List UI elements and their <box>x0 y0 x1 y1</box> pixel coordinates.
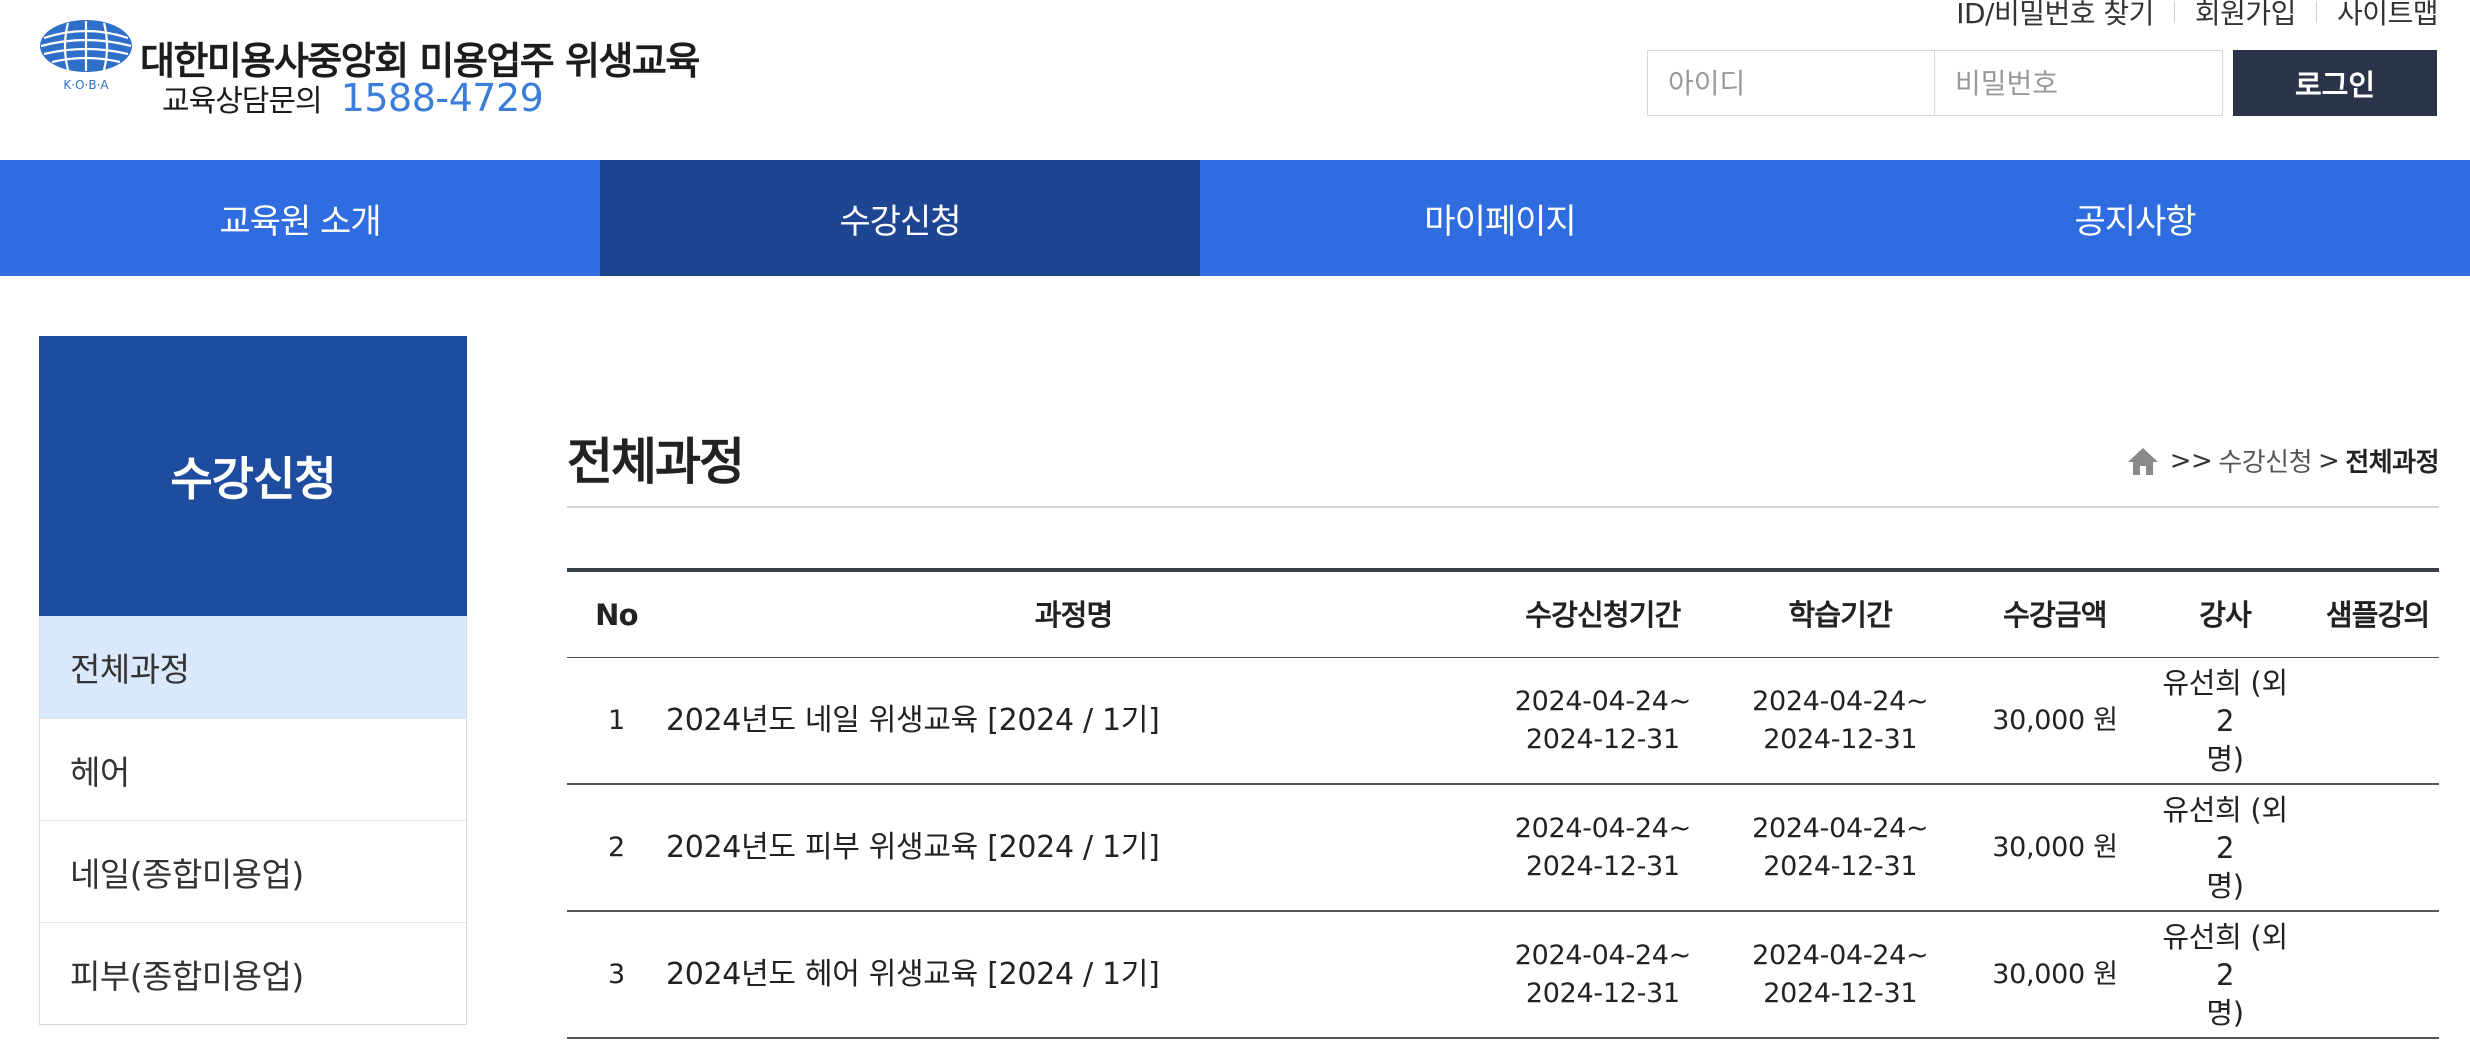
apply-period-start: 2024-04-24~ <box>1514 812 1692 844</box>
breadcrumb-separator: >> <box>2169 445 2213 476</box>
study-period-end: 2024-12-31 <box>1763 850 1918 882</box>
row-number: 2 <box>608 831 625 863</box>
divider <box>2173 1 2175 23</box>
sidebar-item-nail[interactable]: 네일(종합미용업) <box>40 820 466 922</box>
sidebar-item-hair[interactable]: 헤어 <box>40 718 466 820</box>
course-table: No 과정명 수강신청기간 학습기간 수강금액 강사 샘플강의 1 2024년도… <box>567 568 2439 1039</box>
sidebar-title: 수강신청 <box>39 336 467 616</box>
teacher-line: 명) <box>2206 741 2244 776</box>
teacher-line: 명) <box>2206 995 2244 1030</box>
course-name[interactable]: 2024년도 헤어 위생교육 [2024 / 1기] <box>666 956 1160 994</box>
course-price: 30,000 원 <box>1992 831 2118 863</box>
find-id-password-link[interactable]: ID/비밀번호 찾기 <box>1956 0 2154 32</box>
nav-item-mypage[interactable]: 마이페이지 <box>1200 160 1800 276</box>
column-header-study-period: 학습기간 <box>1788 597 1893 632</box>
study-period-start: 2024-04-24~ <box>1752 812 1929 844</box>
breadcrumb-separator: > <box>2318 445 2340 476</box>
site-header: K·O·B·A 대한미용사중앙회 미용업주 위생교육 교육상담문의 1588-4… <box>0 0 2470 160</box>
id-input[interactable] <box>1647 50 1935 116</box>
apply-period: 2024-04-24~ 2024-12-31 <box>1481 683 1724 759</box>
password-input[interactable] <box>1935 50 2223 116</box>
study-period-start: 2024-04-24~ <box>1752 685 1929 717</box>
column-header-sample-lecture: 샘플강의 <box>2325 597 2430 632</box>
nav-item-enroll[interactable]: 수강신청 <box>600 160 1200 276</box>
column-header-no: No <box>595 597 638 632</box>
teacher-line: 유선희 (외 2 <box>2162 665 2288 738</box>
course-teacher: 유선희 (외 2 명) <box>2154 918 2296 1032</box>
svg-text:K·O·B·A: K·O·B·A <box>63 78 109 92</box>
study-period-start: 2024-04-24~ <box>1752 939 1929 971</box>
row-number: 3 <box>608 958 625 990</box>
breadcrumb-current: 전체과정 <box>2345 448 2439 478</box>
table-header-row: No 과정명 수강신청기간 학습기간 수강금액 강사 샘플강의 <box>567 572 2439 658</box>
divider <box>2315 1 2317 23</box>
table-row: 1 2024년도 네일 위생교육 [2024 / 1기] 2024-04-24~… <box>567 658 2439 785</box>
sidebar-item-all-courses[interactable]: 전체과정 <box>40 616 466 718</box>
table-row: 3 2024년도 헤어 위생교육 [2024 / 1기] 2024-04-24~… <box>567 912 2439 1039</box>
signup-link[interactable]: 회원가입 <box>2195 0 2297 32</box>
sidebar-item-skin[interactable]: 피부(종합미용업) <box>40 922 466 1024</box>
study-period: 2024-04-24~ 2024-12-31 <box>1725 810 1957 886</box>
nav-item-notice[interactable]: 공지사항 <box>1800 160 2470 276</box>
main-nav: 교육원 소개 수강신청 마이페이지 공지사항 <box>0 160 2470 276</box>
study-period: 2024-04-24~ 2024-12-31 <box>1725 937 1957 1013</box>
row-number: 1 <box>608 704 625 736</box>
apply-period-start: 2024-04-24~ <box>1514 939 1692 971</box>
study-period-end: 2024-12-31 <box>1763 977 1918 1009</box>
column-header-apply-period: 수강신청기간 <box>1525 597 1681 632</box>
apply-period: 2024-04-24~ 2024-12-31 <box>1481 810 1724 886</box>
breadcrumb: >> 수강신청 > 전체과정 <box>2126 442 2439 479</box>
apply-period-end: 2024-12-31 <box>1525 723 1680 755</box>
table-row: 2 2024년도 피부 위생교육 [2024 / 1기] 2024-04-24~… <box>567 785 2439 912</box>
course-name-link: 2024년도 헤어 위생교육 [2024 / 1기] <box>666 956 1481 994</box>
study-period: 2024-04-24~ 2024-12-31 <box>1725 683 1957 759</box>
site-logo[interactable]: K·O·B·A 대한미용사중앙회 미용업주 위생교육 교육상담문의 1588-4… <box>38 18 700 128</box>
page-title: 전체과정 <box>567 433 745 491</box>
apply-period-end: 2024-12-31 <box>1525 850 1680 882</box>
teacher-line: 유선희 (외 2 <box>2162 792 2288 865</box>
course-teacher: 유선희 (외 2 명) <box>2154 791 2296 905</box>
apply-period: 2024-04-24~ 2024-12-31 <box>1481 937 1724 1013</box>
course-name[interactable]: 2024년도 피부 위생교육 [2024 / 1기] <box>666 829 1160 867</box>
apply-period-start: 2024-04-24~ <box>1514 685 1692 717</box>
consult-label: 교육상담문의 <box>162 84 323 119</box>
course-price: 30,000 원 <box>1992 704 2118 736</box>
column-header-price: 수강금액 <box>2003 597 2107 632</box>
course-price: 30,000 원 <box>1992 958 2118 990</box>
course-name[interactable]: 2024년도 네일 위생교육 [2024 / 1기] <box>666 702 1160 740</box>
home-icon[interactable] <box>2126 445 2160 477</box>
title-divider <box>567 506 2439 508</box>
apply-period-end: 2024-12-31 <box>1525 977 1680 1009</box>
teacher-line: 유선희 (외 2 <box>2162 919 2288 992</box>
study-period-end: 2024-12-31 <box>1763 723 1918 755</box>
consult-info: 교육상담문의 1588-4729 <box>162 76 544 120</box>
sidebar-menu: 전체과정 헤어 네일(종합미용업) 피부(종합미용업) <box>39 616 467 1025</box>
course-name-link: 2024년도 네일 위생교육 [2024 / 1기] <box>666 702 1481 740</box>
column-header-teacher: 강사 <box>2199 597 2252 632</box>
sitemap-link[interactable]: 사이트맵 <box>2337 0 2439 32</box>
column-header-course-name: 과정명 <box>1034 597 1113 632</box>
consult-phone: 1588-4729 <box>340 76 544 120</box>
utility-links: ID/비밀번호 찾기 회원가입 사이트맵 <box>1956 0 2438 32</box>
teacher-line: 명) <box>2206 868 2244 903</box>
login-button[interactable]: 로그인 <box>2233 50 2437 116</box>
nav-item-about[interactable]: 교육원 소개 <box>0 160 600 276</box>
course-teacher: 유선희 (외 2 명) <box>2154 664 2296 778</box>
login-form: 로그인 <box>1647 50 2437 116</box>
course-name-link: 2024년도 피부 위생교육 [2024 / 1기] <box>666 829 1481 867</box>
koba-emblem-icon: K·O·B·A <box>40 20 132 92</box>
breadcrumb-item-enroll[interactable]: 수강신청 <box>2218 442 2312 479</box>
